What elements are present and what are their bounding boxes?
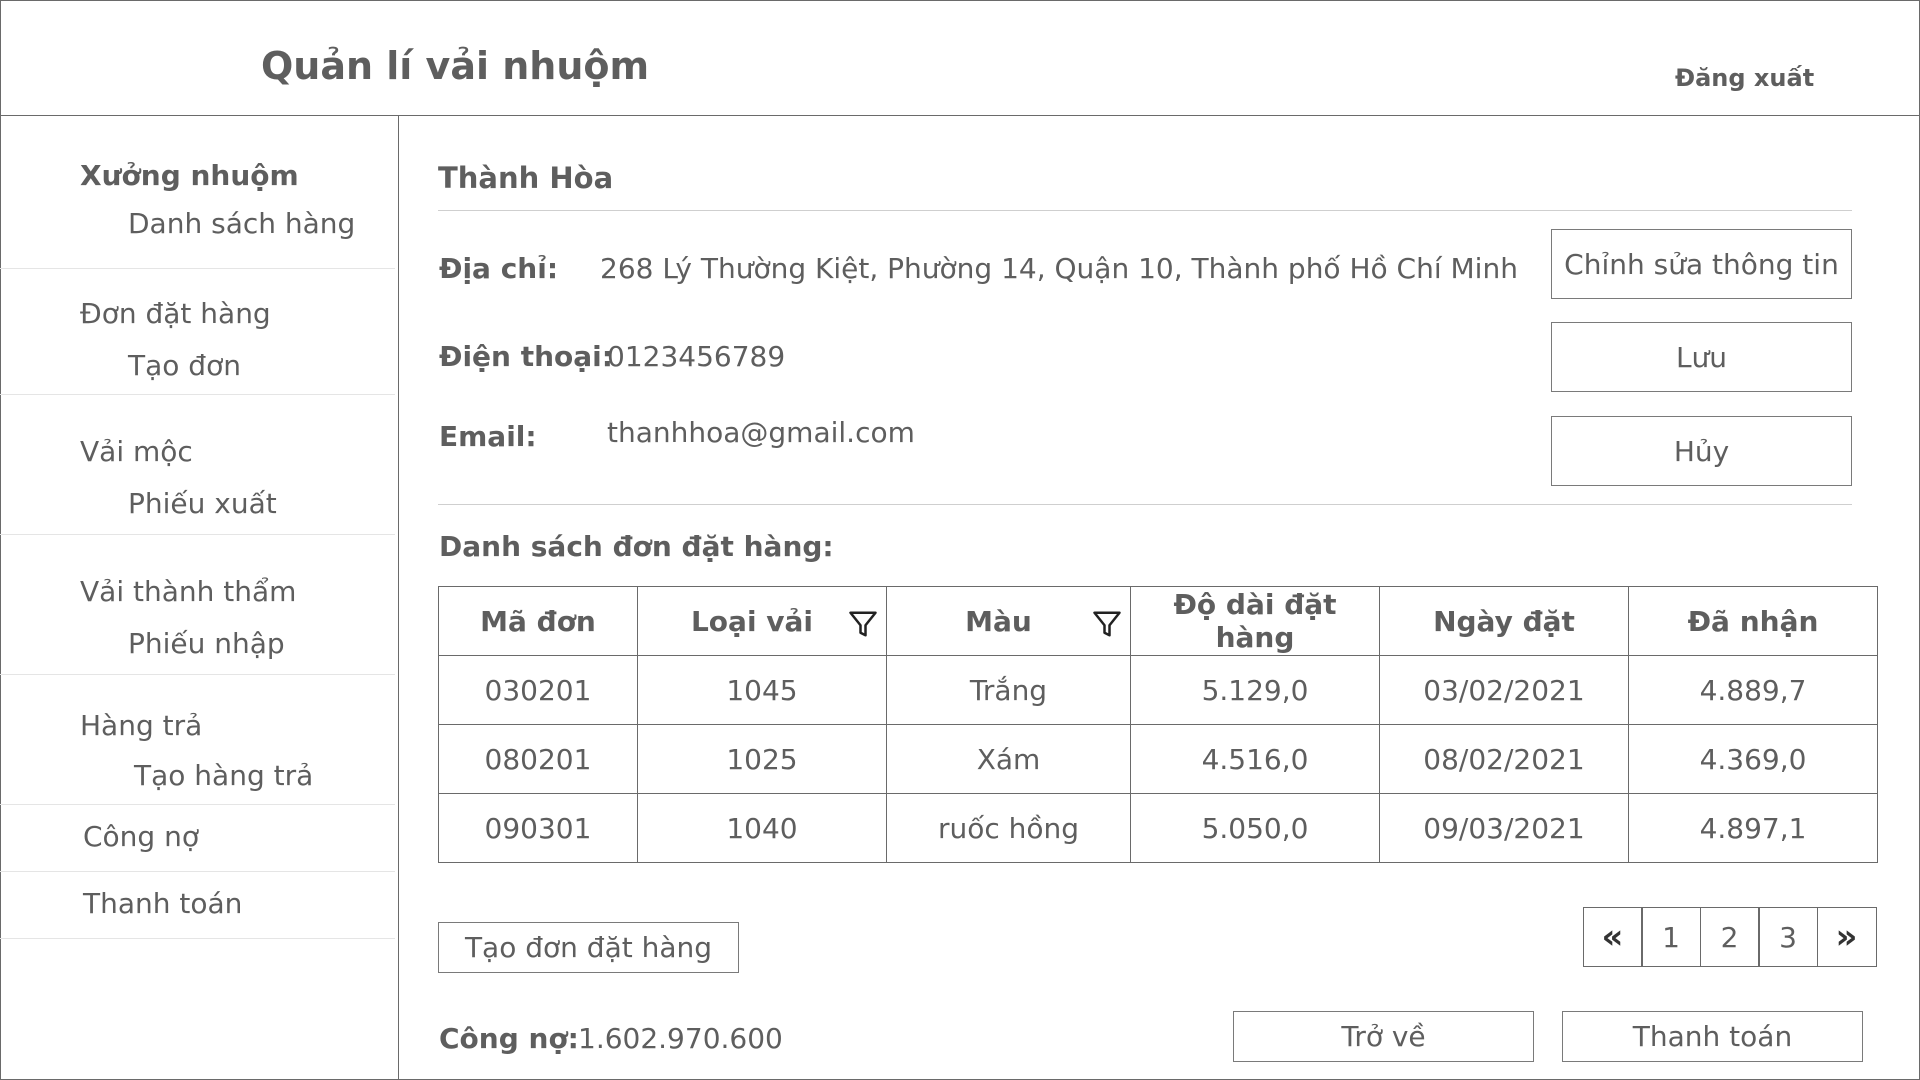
- header: Quản lí vải nhuộm Đăng xuất: [0, 0, 1920, 116]
- prev-page-button[interactable]: «: [1582, 907, 1643, 967]
- table-row[interactable]: 030201 1045 Trắng 5.129,0 03/02/2021 4.8…: [438, 655, 1878, 725]
- column-header-label: Đã nhận: [1687, 604, 1819, 638]
- sidebar: Xưởng nhuộm Danh sách hàng Đơn đặt hàng …: [0, 116, 399, 1080]
- cell-fabric-type: 1045: [637, 655, 887, 725]
- email-value: thanhhoa@gmail.com: [607, 416, 915, 449]
- column-header-received: Đã nhận: [1628, 586, 1878, 656]
- sidebar-group-returns: Hàng trả Tạo hàng trả: [0, 674, 395, 805]
- page-button-2[interactable]: 2: [1699, 907, 1760, 967]
- sidebar-item-dyehouse[interactable]: Xưởng nhuộm: [80, 159, 299, 192]
- email-label: Email:: [439, 420, 537, 453]
- page-button-1[interactable]: 1: [1641, 907, 1701, 967]
- sidebar-group-debt: Công nợ: [0, 804, 395, 872]
- main-content: Thành Hòa Địa chỉ: 268 Lý Thường Kiệt, P…: [400, 116, 1920, 1080]
- column-header-order-length: Độ dài đặt hàng: [1130, 586, 1380, 656]
- orders-table: Mã đơn Loại vải Màu Độ dài đặt hàng Ngày…: [438, 586, 1878, 863]
- cell-order-id: 030201: [438, 655, 638, 725]
- sidebar-item-create-return[interactable]: Tạo hàng trả: [134, 759, 313, 792]
- create-order-button[interactable]: Tạo đơn đặt hàng: [438, 922, 739, 973]
- debt-value: 1.602.970.600: [578, 1022, 783, 1055]
- address-value: 268 Lý Thường Kiệt, Phường 14, Quận 10, …: [600, 252, 1518, 285]
- cell-order-length: 5.129,0: [1130, 655, 1380, 725]
- cell-color: ruốc hồng: [886, 793, 1131, 863]
- customer-name: Thành Hòa: [438, 161, 614, 195]
- back-button[interactable]: Trở về: [1233, 1011, 1534, 1062]
- next-page-button[interactable]: »: [1816, 907, 1877, 967]
- sidebar-item-debt[interactable]: Công nợ: [83, 820, 199, 853]
- sidebar-item-greige-fabric[interactable]: Vải mộc: [80, 435, 193, 468]
- sidebar-item-product-list[interactable]: Danh sách hàng: [128, 207, 355, 240]
- table-header-row: Mã đơn Loại vải Màu Độ dài đặt hàng Ngày…: [438, 586, 1878, 656]
- phone-value: 0123456789: [607, 340, 786, 373]
- divider-top: [438, 210, 1852, 211]
- orders-section-title: Danh sách đơn đặt hàng:: [439, 530, 834, 563]
- logout-link[interactable]: Đăng xuất: [1675, 64, 1814, 92]
- edit-info-button[interactable]: Chỉnh sửa thông tin: [1551, 229, 1852, 299]
- cancel-button[interactable]: Hủy: [1551, 416, 1852, 486]
- cell-color: Trắng: [886, 655, 1131, 725]
- column-header-order-id: Mã đơn: [438, 586, 638, 656]
- cell-received: 4.897,1: [1628, 793, 1878, 863]
- sidebar-group-greige: Vải mộc Phiếu xuất: [0, 394, 395, 535]
- cell-received: 4.889,7: [1628, 655, 1878, 725]
- pagination: « 1 2 3 »: [1582, 907, 1877, 967]
- cell-order-date: 03/02/2021: [1379, 655, 1629, 725]
- debt-label: Công nợ:: [439, 1022, 579, 1055]
- sidebar-group-finished: Vải thành thẩm Phiếu nhập: [0, 534, 395, 675]
- cell-order-id: 080201: [438, 724, 638, 794]
- sidebar-group-dyehouse: Xưởng nhuộm Danh sách hàng: [0, 116, 395, 269]
- sidebar-item-import-slip[interactable]: Phiếu nhập: [128, 627, 285, 660]
- filter-icon[interactable]: [848, 609, 878, 639]
- sidebar-item-finished-fabric[interactable]: Vải thành thẩm: [80, 575, 296, 608]
- column-header-label: Loại vải: [690, 604, 814, 638]
- column-header-color: Màu: [886, 586, 1131, 656]
- sidebar-item-export-slip[interactable]: Phiếu xuất: [128, 487, 277, 520]
- cell-order-id: 090301: [438, 793, 638, 863]
- address-label: Địa chỉ:: [439, 252, 559, 285]
- sidebar-item-create-order[interactable]: Tạo đơn: [128, 349, 241, 382]
- sidebar-item-payment[interactable]: Thanh toán: [83, 887, 242, 920]
- table-row[interactable]: 090301 1040 ruốc hồng 5.050,0 09/03/2021…: [438, 793, 1878, 863]
- cell-order-length: 4.516,0: [1130, 724, 1380, 794]
- column-header-label: Độ dài đặt hàng: [1173, 588, 1337, 654]
- cell-color: Xám: [886, 724, 1131, 794]
- app-title: Quản lí vải nhuộm: [261, 44, 650, 88]
- phone-label: Điện thoại:: [439, 340, 613, 373]
- save-button[interactable]: Lưu: [1551, 322, 1852, 392]
- page-button-3[interactable]: 3: [1758, 907, 1818, 967]
- sidebar-item-orders[interactable]: Đơn đặt hàng: [80, 297, 271, 330]
- sidebar-group-orders: Đơn đặt hàng Tạo đơn: [0, 268, 395, 395]
- column-header-label: Mã đơn: [480, 604, 596, 638]
- column-header-order-date: Ngày đặt: [1379, 586, 1629, 656]
- cell-received: 4.369,0: [1628, 724, 1878, 794]
- column-header-label: Màu: [965, 604, 1032, 638]
- cell-order-date: 08/02/2021: [1379, 724, 1629, 794]
- cell-order-length: 5.050,0: [1130, 793, 1380, 863]
- cell-order-date: 09/03/2021: [1379, 793, 1629, 863]
- sidebar-group-payment: Thanh toán: [0, 871, 395, 939]
- pay-button[interactable]: Thanh toán: [1562, 1011, 1863, 1062]
- table-row[interactable]: 080201 1025 Xám 4.516,0 08/02/2021 4.369…: [438, 724, 1878, 794]
- sidebar-item-returns[interactable]: Hàng trả: [80, 709, 202, 742]
- filter-icon[interactable]: [1092, 609, 1122, 639]
- cell-fabric-type: 1025: [637, 724, 887, 794]
- divider-middle: [438, 504, 1852, 505]
- column-header-fabric-type: Loại vải: [637, 586, 887, 656]
- column-header-label: Ngày đặt: [1433, 604, 1575, 638]
- cell-fabric-type: 1040: [637, 793, 887, 863]
